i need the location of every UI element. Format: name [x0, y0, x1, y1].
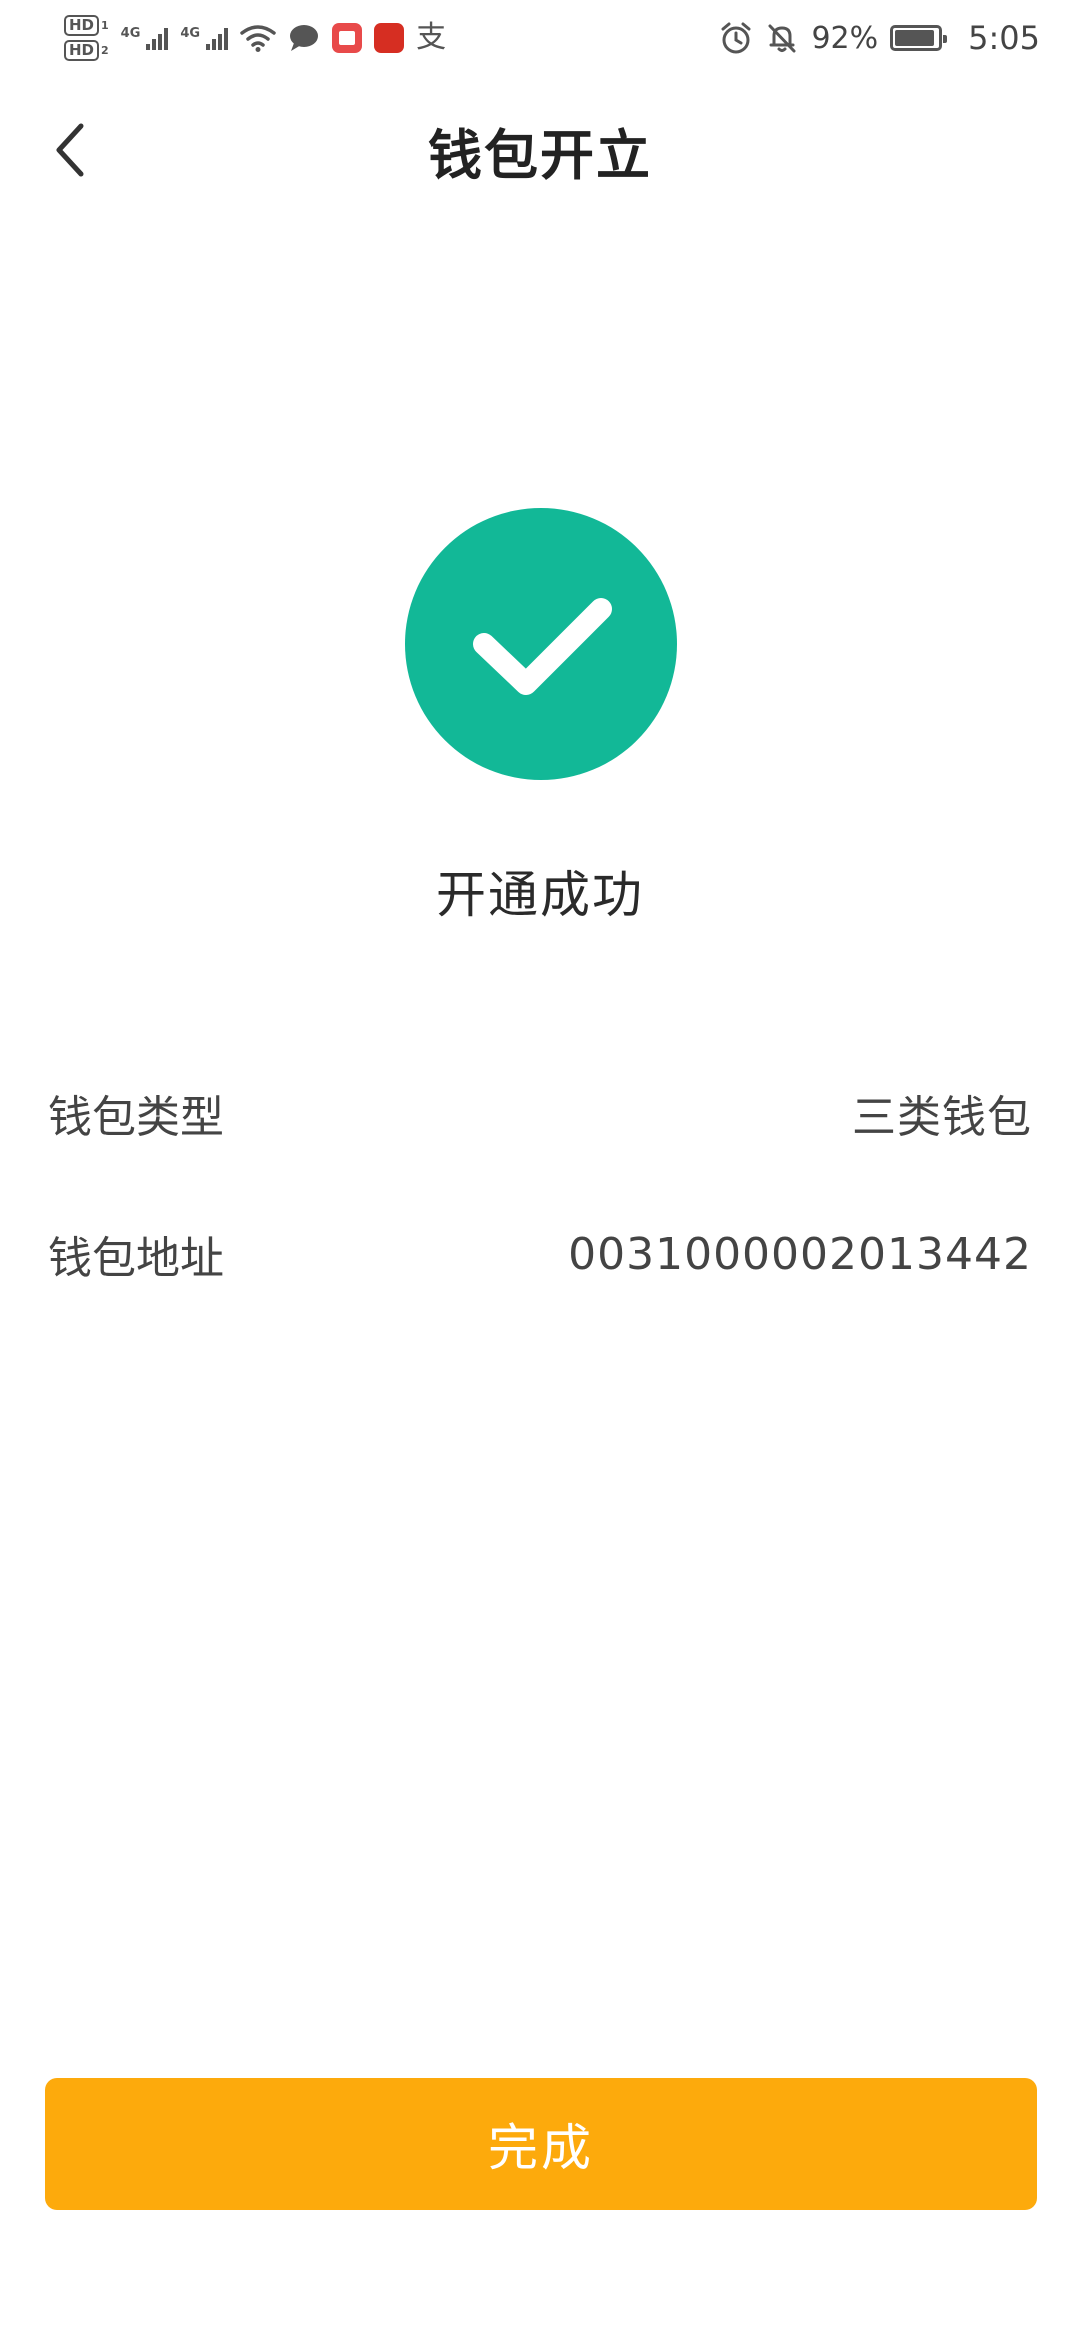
wallet-address-label: 钱包地址: [48, 1233, 224, 1284]
alarm-icon: [721, 22, 751, 54]
red-app-icon: [374, 23, 405, 53]
battery-fill: [895, 30, 934, 46]
book-app-icon: [332, 23, 363, 53]
wallet-type-label: 钱包类型: [48, 1092, 224, 1143]
wallet-type-row: 钱包类型 三类钱包: [48, 1073, 1032, 1153]
sim2-hd-badge: HD 2: [64, 40, 109, 61]
signal-sim1-icon: 4G: [121, 26, 169, 50]
wallet-address-value: 0031000002013442: [568, 1228, 1032, 1280]
status-right: 92% 5:05: [719, 19, 1040, 57]
wallet-address-row: 钱包地址 0031000002013442: [48, 1214, 1032, 1294]
sim1-hd-badge: HD 1: [64, 15, 109, 36]
success-message: 开通成功: [436, 866, 644, 924]
clock: 5:05: [968, 19, 1040, 57]
bell-muted-icon: [768, 24, 796, 53]
checkmark-icon: [473, 598, 612, 695]
back-button[interactable]: [36, 115, 106, 185]
alipay-icon: 支: [416, 20, 447, 55]
wallet-type-value: 三类钱包: [852, 1092, 1032, 1143]
sim-indicators: HD 1 HD 2: [64, 15, 109, 61]
status-left: HD 1 HD 2 4G 4G 支: [64, 15, 446, 61]
done-button[interactable]: 完成: [45, 2078, 1037, 2210]
page-title: 钱包开立: [428, 123, 652, 187]
status-bar: HD 1 HD 2 4G 4G 支 92% 5:05: [0, 0, 1080, 76]
battery-icon: [890, 25, 948, 51]
wifi-icon: [240, 25, 276, 52]
signal-sim2-icon: 4G: [180, 26, 229, 50]
nav-bar: 钱包开立: [0, 95, 1080, 205]
check-circle-icon: [405, 508, 677, 780]
battery-percent: 92%: [811, 20, 879, 56]
wallet-opened-screen: HD 1 HD 2 4G 4G 支 92% 5:05 钱包开立 开通成功 钱包类…: [0, 0, 1080, 2340]
chevron-left-icon: [56, 123, 84, 177]
message-icon: [290, 25, 319, 51]
